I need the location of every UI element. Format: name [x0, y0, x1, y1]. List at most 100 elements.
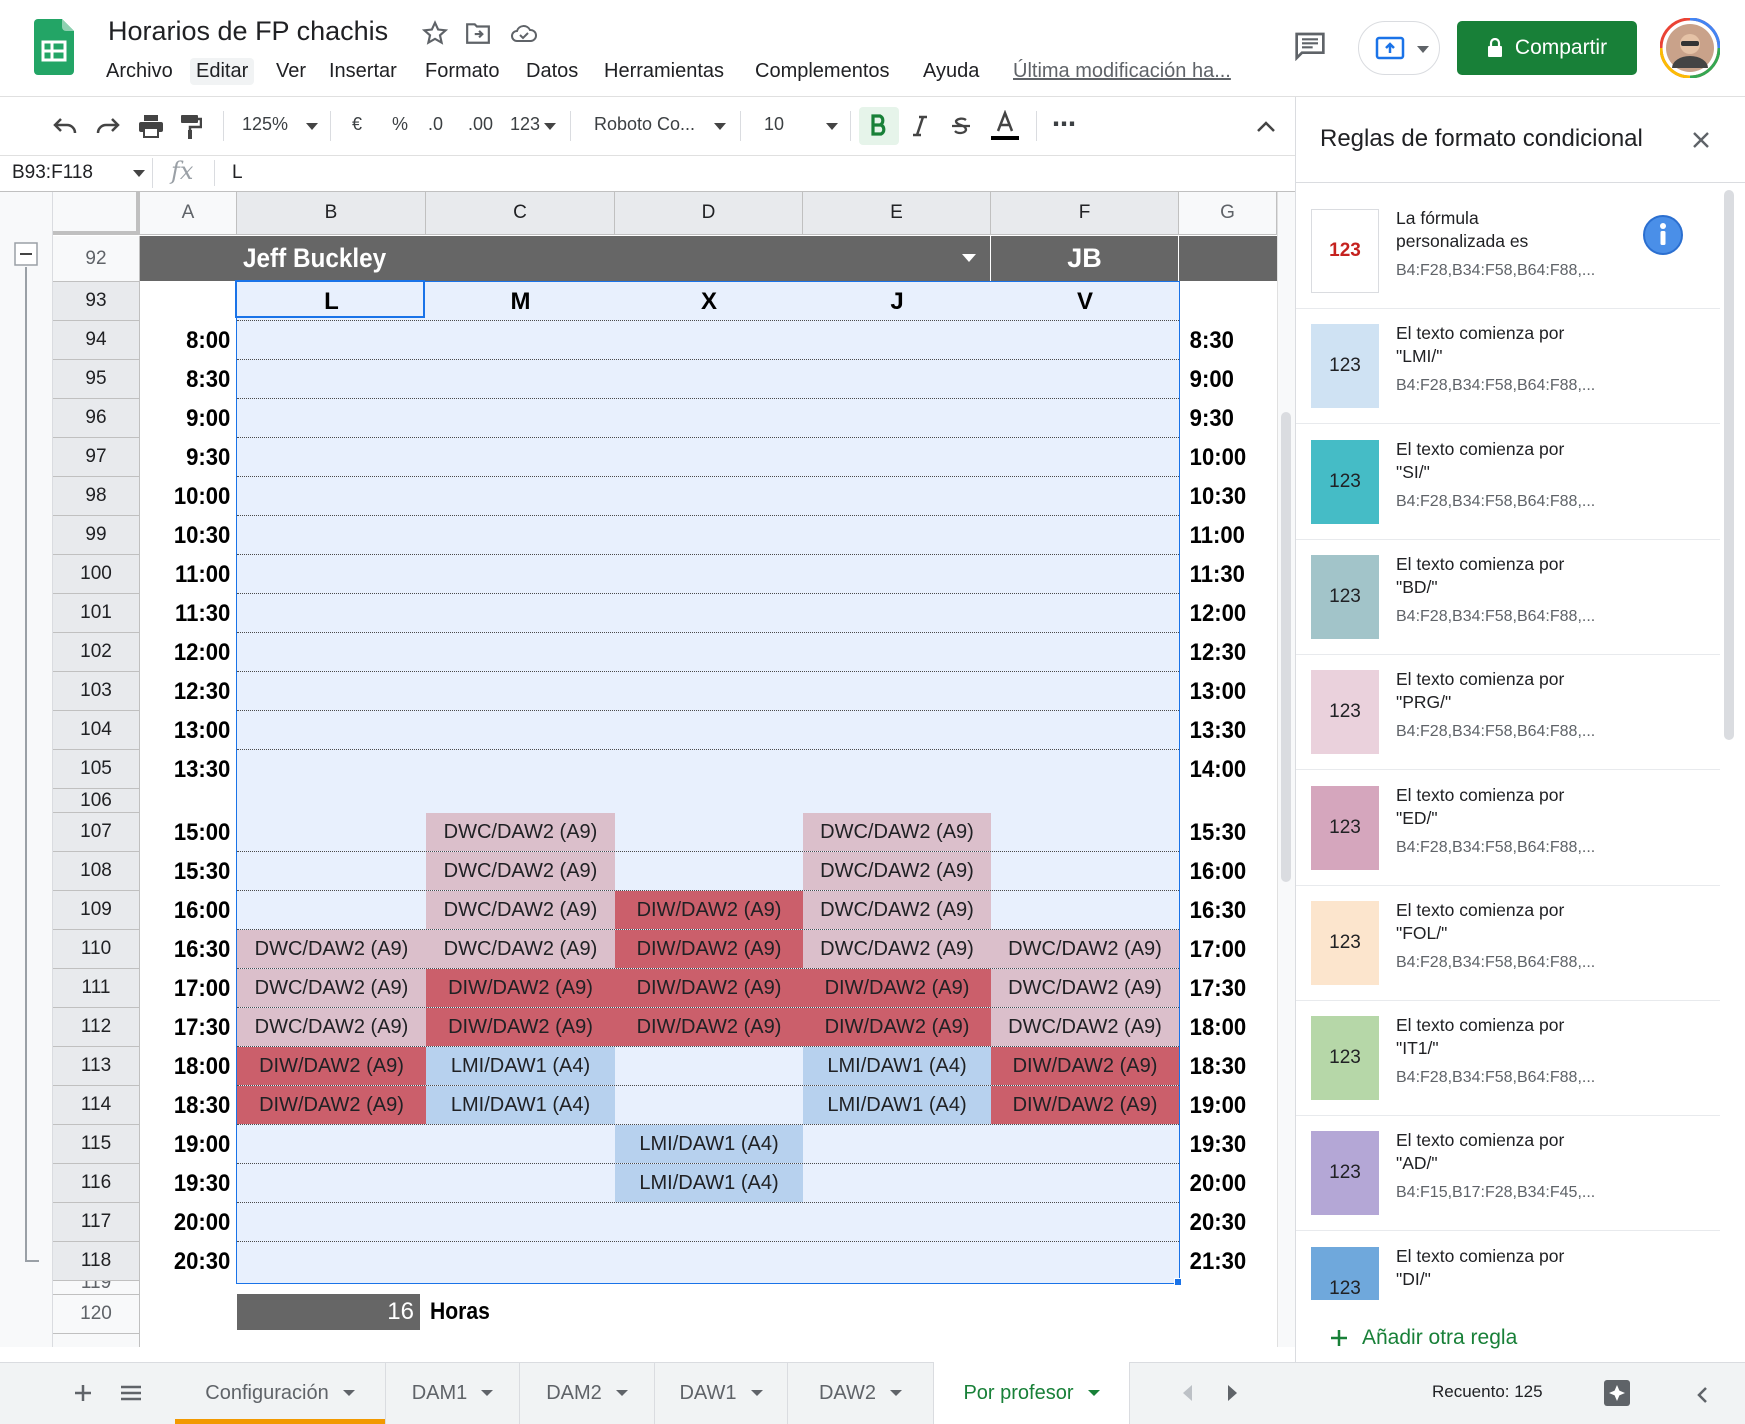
row-header-102[interactable]: 102	[53, 633, 140, 672]
comments-icon[interactable]	[1294, 31, 1326, 61]
row-header-119[interactable]: 119	[53, 1281, 140, 1295]
format-rule[interactable]: 123 La fórmula personalizada es B4:F28,B34:…	[1296, 194, 1720, 309]
chevron-down-icon[interactable]	[1087, 1390, 1100, 1396]
column-header-a[interactable]: A	[140, 192, 237, 235]
select-all-corner[interactable]	[53, 192, 140, 235]
all-sheets-icon[interactable]	[121, 1385, 141, 1401]
text-color-icon[interactable]	[989, 110, 1021, 144]
font-size-select[interactable]: 10	[764, 114, 784, 135]
cloud-status-icon[interactable]	[510, 22, 538, 44]
teacher-name[interactable]: Jeff Buckley	[243, 236, 386, 281]
column-header-e[interactable]: E	[803, 192, 991, 235]
menu-ver[interactable]: Ver	[270, 58, 312, 85]
font-family-select[interactable]: Roboto Co...	[594, 114, 695, 135]
row-header-96[interactable]: 96	[53, 399, 140, 438]
sheets-logo-icon[interactable]	[34, 19, 74, 75]
formula-input[interactable]: L	[232, 162, 243, 184]
increase-decimals-button[interactable]: .00	[468, 114, 493, 135]
percent-format-button[interactable]: %	[392, 114, 408, 135]
document-title[interactable]: Horarios de FP chachis	[108, 16, 388, 47]
row-header-114[interactable]: 114	[53, 1086, 140, 1125]
decrease-decimals-button[interactable]: .0	[428, 114, 443, 135]
row-header-108[interactable]: 108	[53, 852, 140, 891]
menu-formato[interactable]: Formato	[419, 58, 505, 85]
zoom-select[interactable]: 125%	[242, 114, 288, 135]
chevron-down-icon[interactable]	[890, 1390, 903, 1396]
row-header-100[interactable]: 100	[53, 555, 140, 594]
name-box[interactable]: B93:F118	[12, 162, 93, 184]
teacher-initials[interactable]: JB	[991, 236, 1178, 281]
format-rule[interactable]: 123 El texto comienza por "ED/" B4:F28,B34:…	[1296, 770, 1720, 886]
row-header-92[interactable]: 92	[53, 236, 140, 282]
panel-scrollbar-thumb[interactable]	[1724, 190, 1734, 740]
row-header-101[interactable]: 101	[53, 594, 140, 633]
format-rule[interactable]: 123 El texto comienza por "BD/" B4:F28,B34:…	[1296, 539, 1720, 655]
status-count[interactable]: Recuento: 125	[1432, 1382, 1543, 1402]
row-header-115[interactable]: 115	[53, 1125, 140, 1164]
row-header-95[interactable]: 95	[53, 360, 140, 399]
format-rule[interactable]: 123 El texto comienza por "SI/" B4:F28,B34:…	[1296, 424, 1720, 540]
menu-archivo[interactable]: Archivo	[100, 58, 179, 85]
collapse-menus-icon[interactable]	[1257, 120, 1275, 132]
next-sheet-icon[interactable]	[1227, 1384, 1239, 1402]
name-box-chevron-icon[interactable]	[133, 170, 145, 178]
hours-total[interactable]: 16	[237, 1294, 420, 1330]
format-rule[interactable]: 123 El texto comienza por "LMI/" B4:F28,B34…	[1296, 309, 1720, 425]
add-rule-button[interactable]: Añadir otra regla	[1330, 1326, 1517, 1350]
fill-handle[interactable]	[1174, 1278, 1182, 1286]
star-icon[interactable]	[422, 20, 448, 46]
group-collapse-icon[interactable]	[14, 242, 38, 266]
format-rule[interactable]: 123 El texto comienza por "AD/" B4:F15,B17:…	[1296, 1116, 1720, 1232]
column-header-c[interactable]: C	[426, 192, 615, 235]
menu-complementos[interactable]: Complementos	[749, 58, 896, 85]
sheet-tab-dam1[interactable]: DAM1	[386, 1362, 520, 1424]
font-size-chevron-icon[interactable]	[826, 123, 838, 131]
row-header-94[interactable]: 94	[53, 321, 140, 360]
bold-button[interactable]	[859, 107, 899, 145]
menu-insertar[interactable]: Insertar	[323, 58, 403, 85]
zoom-chevron-icon[interactable]	[306, 123, 318, 131]
column-header-g[interactable]: G	[1179, 192, 1277, 235]
row-header-121[interactable]: 121	[53, 1334, 140, 1347]
explore-icon[interactable]	[1602, 1378, 1632, 1408]
vertical-scrollbar-thumb[interactable]	[1281, 412, 1291, 882]
menu-herramientas[interactable]: Herramientas	[598, 58, 730, 85]
redo-icon[interactable]	[95, 115, 121, 135]
active-cell-border[interactable]	[235, 280, 425, 318]
avatar[interactable]	[1660, 18, 1720, 78]
row-header-93[interactable]: 93	[53, 282, 140, 321]
undo-icon[interactable]	[52, 115, 78, 135]
add-sheet-icon[interactable]	[74, 1384, 92, 1402]
chevron-down-icon[interactable]	[342, 1390, 355, 1396]
menu-datos[interactable]: Datos	[520, 58, 584, 85]
format-rule[interactable]: 123 El texto comienza por "PRG/" B4:F28,B34…	[1296, 655, 1720, 771]
italic-icon[interactable]	[911, 115, 929, 137]
more-formats-chevron-icon[interactable]	[544, 123, 556, 131]
sheet-tab-por-profesor[interactable]: Por profesor	[934, 1362, 1130, 1424]
row-header-109[interactable]: 109	[53, 891, 140, 930]
row-header-118[interactable]: 118	[53, 1242, 140, 1281]
last-modified-link[interactable]: Última modificación ha...	[1013, 60, 1231, 83]
chevron-down-icon[interactable]	[615, 1390, 628, 1396]
close-icon[interactable]	[1692, 131, 1710, 149]
more-options-button[interactable]: ⋯	[1052, 110, 1076, 139]
column-header-d[interactable]: D	[615, 192, 803, 235]
row-header-105[interactable]: 105	[53, 750, 140, 789]
column-header-f[interactable]: F	[991, 192, 1179, 235]
menu-ayuda[interactable]: Ayuda	[917, 58, 985, 85]
sheet-tab-dam2[interactable]: DAM2	[520, 1362, 655, 1424]
paint-format-icon[interactable]	[180, 114, 202, 140]
row-header-98[interactable]: 98	[53, 477, 140, 516]
row-header-99[interactable]: 99	[53, 516, 140, 555]
row-header-112[interactable]: 112	[53, 1008, 140, 1047]
spreadsheet-grid[interactable]: ABCDEFG 92 93 94 95 96 97 98 99 100 101 102 103 104 1…	[0, 192, 1295, 1347]
chevron-down-icon[interactable]	[750, 1390, 763, 1396]
row-header-110[interactable]: 110	[53, 930, 140, 969]
row-header-103[interactable]: 103	[53, 672, 140, 711]
row-header-120[interactable]: 120	[53, 1295, 140, 1334]
sheet-tab-daw1[interactable]: DAW1	[655, 1362, 788, 1424]
row-header-104[interactable]: 104	[53, 711, 140, 750]
teacher-dropdown-icon[interactable]	[962, 254, 976, 263]
currency-format-button[interactable]: €	[352, 114, 362, 135]
sheet-tab-configuraci-n[interactable]: Configuración	[175, 1362, 386, 1424]
